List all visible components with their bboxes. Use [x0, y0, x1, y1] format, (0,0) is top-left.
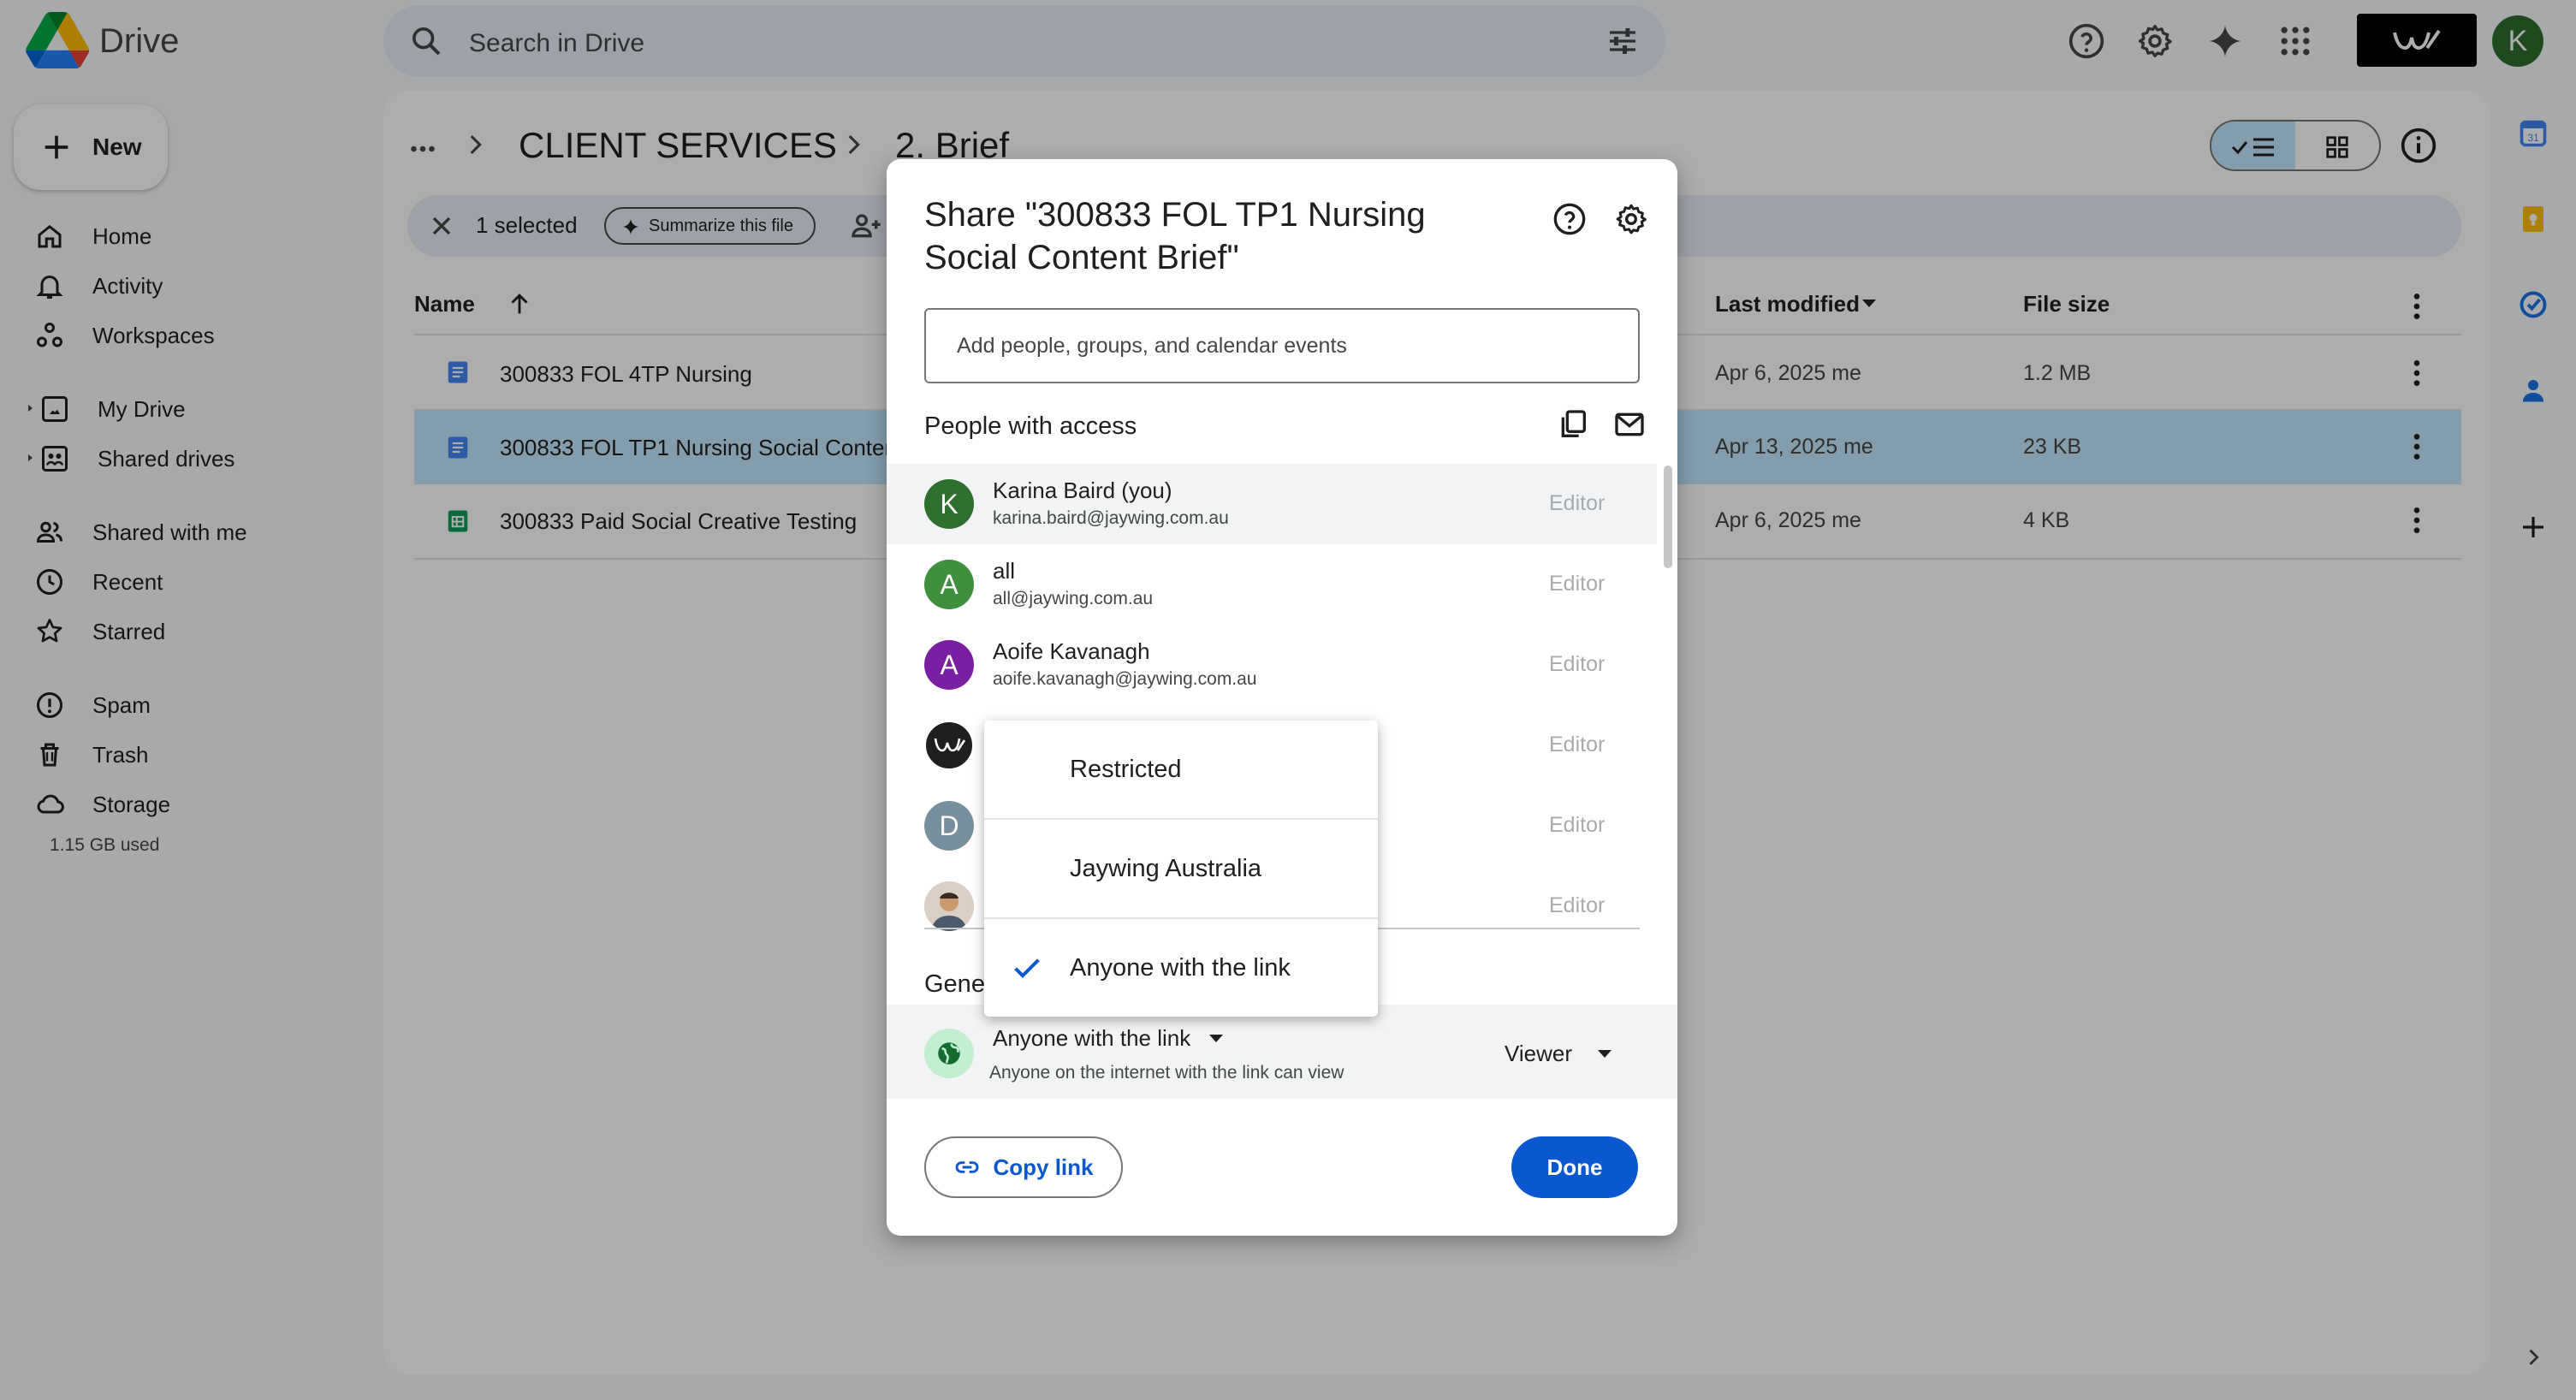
general-role-value: Viewer — [1505, 1041, 1573, 1066]
person-avatar: D — [924, 801, 974, 851]
done-button[interactable]: Done — [1511, 1136, 1638, 1198]
person-role: Editor — [1549, 733, 1606, 756]
copy-emails-icon[interactable] — [1556, 407, 1590, 442]
group-logo-icon — [934, 738, 966, 752]
menu-item-restricted[interactable]: Restricted — [984, 721, 1378, 818]
general-access-menu: Restricted Jaywing Australia Anyone with… — [984, 721, 1378, 1017]
add-people-input[interactable] — [924, 308, 1640, 383]
person-row[interactable]: A all all@jaywing.com.au Editor — [887, 544, 1657, 625]
people-with-access-heading: People with access — [924, 412, 1137, 440]
settings-gear-icon[interactable] — [1614, 202, 1648, 236]
person-name: Karina Baird (you) — [993, 478, 1172, 503]
person-email: aoife.kavanagh@jaywing.com.au — [993, 669, 1257, 689]
person-avatar: A — [924, 640, 974, 690]
group-logo-avatar — [924, 721, 974, 770]
person-photo-icon — [924, 881, 974, 931]
general-role-select[interactable]: Viewer — [1505, 1041, 1612, 1067]
photo-avatar — [924, 881, 974, 931]
general-access-row: Anyone with the link Anyone on the inter… — [887, 1005, 1677, 1099]
menu-item-label: Restricted — [1070, 755, 1182, 783]
globe-icon — [924, 1029, 974, 1078]
person-avatar: A — [924, 560, 974, 609]
copy-link-button[interactable]: Copy link — [924, 1136, 1123, 1198]
person-role: Editor — [1549, 652, 1606, 676]
email-icon[interactable] — [1612, 407, 1647, 442]
person-avatar: K — [924, 479, 974, 529]
menu-item-anyone-with-link[interactable]: Anyone with the link — [984, 919, 1378, 1017]
person-row[interactable]: A Aoife Kavanagh aoife.kavanagh@jaywing.… — [887, 625, 1657, 705]
share-dialog: Share "300833 FOL TP1 Nursing Social Con… — [887, 159, 1677, 1236]
checkmark-icon — [1014, 958, 1040, 978]
menu-item-label: Anyone with the link — [1070, 953, 1291, 982]
people-scrollbar[interactable] — [1664, 466, 1672, 568]
person-role: Editor — [1549, 491, 1606, 515]
copy-link-label: Copy link — [993, 1154, 1094, 1180]
caret-down-icon — [1209, 1035, 1224, 1042]
general-access-select[interactable]: Anyone with the link — [993, 1025, 1224, 1052]
person-email: karina.baird@jaywing.com.au — [993, 508, 1229, 528]
person-role: Editor — [1549, 893, 1606, 917]
dialog-title: Share "300833 FOL TP1 Nursing Social Con… — [924, 196, 1426, 276]
person-role: Editor — [1549, 813, 1606, 837]
person-row[interactable]: K Karina Baird (you) karina.baird@jaywin… — [887, 464, 1657, 544]
person-email: all@jaywing.com.au — [993, 589, 1154, 608]
help-icon[interactable] — [1552, 202, 1587, 236]
person-name: all — [993, 558, 1016, 584]
general-access-heading: Gene — [924, 970, 985, 998]
menu-item-label: Jaywing Australia — [1070, 854, 1262, 882]
person-role: Editor — [1549, 572, 1606, 596]
general-access-value: Anyone with the link — [993, 1025, 1191, 1051]
person-name: Aoife Kavanagh — [993, 638, 1150, 664]
link-icon — [956, 1161, 979, 1173]
caret-down-icon — [1598, 1050, 1612, 1058]
menu-item-organization[interactable]: Jaywing Australia — [984, 820, 1378, 917]
general-access-description: Anyone on the internet with the link can… — [989, 1063, 1344, 1083]
